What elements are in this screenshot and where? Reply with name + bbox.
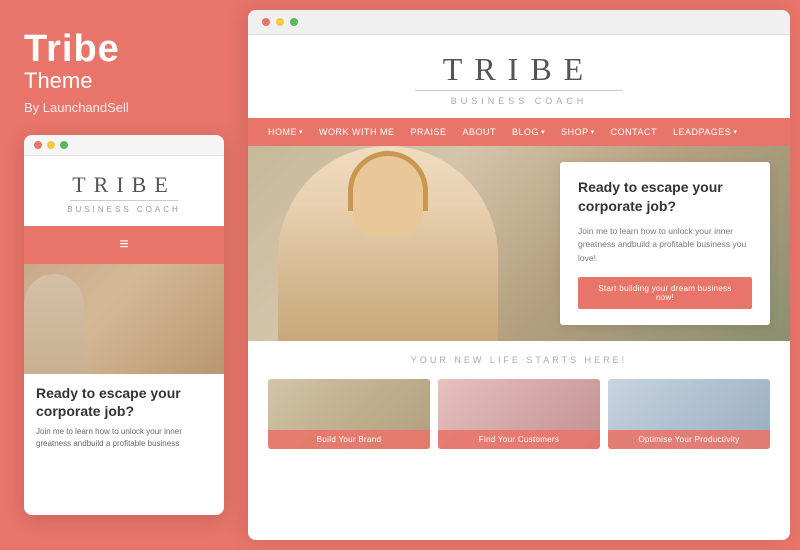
desktop-logo-text: TRIBE bbox=[258, 53, 780, 85]
desktop-dot-yellow bbox=[276, 18, 284, 26]
desktop-logo-line bbox=[415, 90, 624, 91]
mobile-hero-title: Ready to escape your corporate job? bbox=[36, 384, 212, 420]
nav-item-leadpages[interactable]: LEADPAGES ▾ bbox=[673, 127, 737, 137]
brand-author: By LaunchandSell bbox=[24, 100, 224, 115]
desktop-logo-sub: BUSINESS COACH bbox=[258, 96, 780, 106]
hero-woman-head bbox=[353, 156, 423, 236]
chevron-down-icon: ▾ bbox=[591, 128, 595, 136]
desktop-bottom-section: YOUR NEW LIFE STARTS HERE! Build Your Br… bbox=[248, 341, 790, 540]
desktop-logo-area: TRIBE BUSINESS COACH bbox=[248, 35, 790, 118]
hero-woman-photo bbox=[278, 146, 498, 341]
feature-card-3[interactable]: Optimise Your Productivity bbox=[608, 379, 770, 449]
hero-text: Join me to learn how to unlock your inne… bbox=[578, 225, 752, 266]
left-brand: Tribe Theme By LaunchandSell bbox=[24, 30, 224, 135]
desktop-dot-green bbox=[290, 18, 298, 26]
mobile-logo-line bbox=[70, 200, 178, 201]
desktop-dot-red bbox=[262, 18, 270, 26]
left-panel: Tribe Theme By LaunchandSell TRIBE BUSIN… bbox=[0, 0, 248, 550]
hero-title: Ready to escape your corporate job? bbox=[578, 178, 752, 217]
card-label-1: Build Your Brand bbox=[268, 430, 430, 449]
nav-item-home[interactable]: HOME ▾ bbox=[268, 127, 303, 137]
hamburger-icon[interactable]: ≡ bbox=[119, 236, 128, 253]
mobile-nav-bar[interactable]: ≡ bbox=[24, 226, 224, 264]
chevron-down-icon: ▾ bbox=[541, 128, 545, 136]
bottom-tagline: YOUR NEW LIFE STARTS HERE! bbox=[268, 355, 770, 365]
nav-item-praise[interactable]: PRAISE bbox=[411, 127, 447, 137]
nav-item-work[interactable]: WORK WITH ME bbox=[319, 127, 395, 137]
mobile-logo-area: TRIBE BUSINESS COACH bbox=[24, 156, 224, 226]
mobile-preview: TRIBE BUSINESS COACH ≡ Ready to escape y… bbox=[24, 135, 224, 515]
right-panel: TRIBE BUSINESS COACH HOME ▾ WORK WITH ME… bbox=[248, 10, 790, 540]
desktop-top-bar bbox=[248, 10, 790, 35]
dot-red bbox=[34, 141, 42, 149]
brand-subtitle: Theme bbox=[24, 68, 224, 94]
mobile-logo-sub: BUSINESS COACH bbox=[67, 205, 181, 214]
feature-card-1[interactable]: Build Your Brand bbox=[268, 379, 430, 449]
desktop-hero: Ready to escape your corporate job? Join… bbox=[248, 146, 790, 341]
chevron-down-icon: ▾ bbox=[299, 128, 303, 136]
mobile-hero-image bbox=[24, 264, 224, 374]
card-label-2: Find Your Customers bbox=[438, 430, 600, 449]
nav-item-about[interactable]: ABOUT bbox=[463, 127, 497, 137]
desktop-nav: HOME ▾ WORK WITH ME PRAISE ABOUT BLOG ▾ … bbox=[248, 118, 790, 146]
hero-cta-button[interactable]: Start building your dream business now! bbox=[578, 277, 752, 309]
hero-content-box: Ready to escape your corporate job? Join… bbox=[560, 162, 770, 326]
feature-cards: Build Your Brand Find Your Customers Opt… bbox=[268, 379, 770, 449]
mobile-top-bar bbox=[24, 135, 224, 156]
nav-item-shop[interactable]: SHOP ▾ bbox=[561, 127, 595, 137]
brand-title: Tribe bbox=[24, 30, 224, 68]
feature-card-2[interactable]: Find Your Customers bbox=[438, 379, 600, 449]
nav-item-blog[interactable]: BLOG ▾ bbox=[512, 127, 545, 137]
mobile-hero-content: Ready to escape your corporate job? Join… bbox=[24, 374, 224, 460]
nav-item-contact[interactable]: CONTACT bbox=[611, 127, 657, 137]
mobile-logo-text: TRIBE bbox=[72, 174, 176, 196]
dot-yellow bbox=[47, 141, 55, 149]
mobile-person-silhouette bbox=[24, 274, 84, 374]
dot-green bbox=[60, 141, 68, 149]
chevron-down-icon: ▾ bbox=[733, 128, 737, 136]
card-label-3: Optimise Your Productivity bbox=[608, 430, 770, 449]
mobile-hero-text: Join me to learn how to unlock your inne… bbox=[36, 426, 212, 450]
